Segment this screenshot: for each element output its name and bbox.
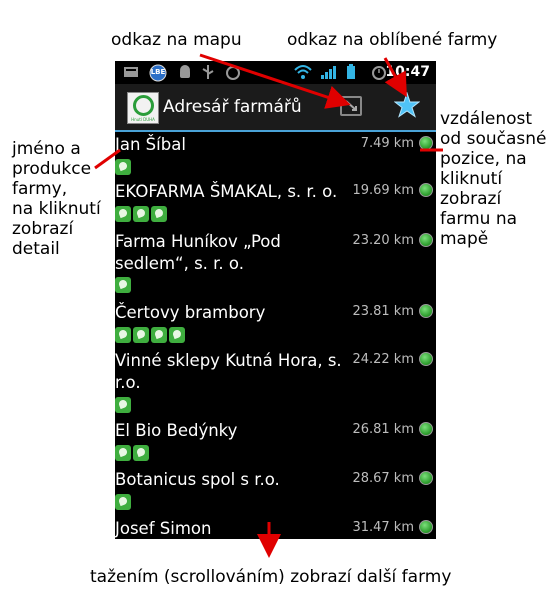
signal-icon <box>320 64 338 80</box>
annotation-line: farmy, <box>12 179 68 199</box>
product-badge-icon <box>115 159 131 175</box>
product-badges <box>115 206 169 222</box>
annotation-line: na kliknutí <box>12 199 101 219</box>
logo-ring <box>133 95 154 116</box>
list-item[interactable]: Farma Huníkov „Pod sedlem“, s. r. o. 23.… <box>115 231 436 297</box>
product-badge-icon <box>151 327 167 343</box>
annotation-line: vzdálenost <box>440 109 533 129</box>
list-item[interactable]: Vinné sklepy Kutná Hora, s. r.o. 24.22 k… <box>115 350 436 416</box>
message-icon <box>123 64 139 80</box>
list-item[interactable]: Jan Šíbal 7.49 km <box>115 134 436 178</box>
farm-name[interactable]: Jan Šíbal <box>115 134 351 156</box>
annotation-line: od současné <box>440 129 547 149</box>
lbe-shield-icon: LBE <box>147 64 169 82</box>
annotation-line: pozice, na <box>440 149 527 169</box>
farm-distance[interactable]: 26.81 km <box>352 422 414 438</box>
phone-screen: LBE 10:47 Hnutí DUHA Adresář farmářů Jan… <box>115 61 436 539</box>
list-item[interactable]: El Bio Bedýnky 26.81 km <box>115 420 436 464</box>
farm-distance[interactable]: 28.67 km <box>352 471 414 487</box>
product-badge-icon <box>115 494 131 510</box>
farm-distance[interactable]: 19.69 km <box>352 183 414 199</box>
map-icon[interactable] <box>340 96 362 116</box>
farm-name[interactable]: Farma Huníkov „Pod sedlem“, s. r. o. <box>115 231 325 275</box>
farm-distance[interactable]: 23.81 km <box>352 304 414 320</box>
product-badges <box>115 159 133 175</box>
farm-name[interactable]: Čertovy brambory <box>115 302 351 324</box>
logo-text: Hnutí DUHA <box>131 117 155 122</box>
product-badges <box>115 277 133 293</box>
product-badge-icon <box>133 445 149 461</box>
farm-distance[interactable]: 7.49 km <box>361 136 414 152</box>
product-badges <box>115 445 151 461</box>
status-time: 10:47 <box>385 64 430 80</box>
farm-distance[interactable]: 31.47 km <box>352 520 414 536</box>
annotation-name-info: jméno a produkce farmy, na kliknutí zobr… <box>12 139 101 259</box>
list-item[interactable]: Josef Simon 31.47 km <box>115 518 436 539</box>
list-item[interactable]: Botanicus spol s r.o. 28.67 km <box>115 469 436 513</box>
farm-name[interactable]: Vinné sklepy Kutná Hora, s. r.o. <box>115 350 355 394</box>
product-badge-icon <box>133 206 149 222</box>
green-dot-icon[interactable] <box>419 233 433 247</box>
annotation-line: zobrazí <box>12 219 74 239</box>
usb-icon <box>201 64 215 80</box>
product-badge-icon <box>133 327 149 343</box>
product-badge-icon <box>151 206 167 222</box>
green-dot-icon[interactable] <box>419 304 433 318</box>
product-badge-icon <box>115 277 131 293</box>
farm-distance[interactable]: 23.20 km <box>352 233 414 249</box>
farm-name[interactable]: El Bio Bedýnky <box>115 420 351 442</box>
star-icon[interactable] <box>393 91 421 118</box>
farm-name[interactable]: Botanicus spol s r.o. <box>115 469 351 491</box>
green-dot-icon[interactable] <box>419 471 433 485</box>
annotation-line: zobrazí <box>440 189 502 209</box>
product-badge-icon <box>115 445 131 461</box>
annotation-distance-info: vzdálenost od současné pozice, na kliknu… <box>440 109 546 249</box>
app-title: Adresář farmářů <box>163 97 302 117</box>
farm-distance[interactable]: 24.22 km <box>352 352 414 368</box>
green-dot-icon[interactable] <box>419 183 433 197</box>
green-dot-icon[interactable] <box>419 136 433 150</box>
product-badge-icon <box>115 327 131 343</box>
wifi-icon <box>293 64 313 80</box>
farm-name[interactable]: EKOFARMA ŠMAKAL, s. r. o. <box>115 181 365 203</box>
android-icon <box>177 64 193 80</box>
list-item[interactable]: Čertovy brambory 23.81 km <box>115 302 436 346</box>
action-bar-divider <box>115 130 436 132</box>
product-badge-icon <box>169 327 185 343</box>
app-logo-icon[interactable]: Hnutí DUHA <box>127 92 159 124</box>
annotation-map-link: odkaz na mapu <box>111 30 242 50</box>
annotation-line: kliknutí <box>440 169 503 189</box>
product-badge-icon <box>115 397 131 413</box>
annotation-line: detail <box>12 239 60 259</box>
alarm-app-icon <box>225 64 241 80</box>
green-dot-icon[interactable] <box>419 422 433 436</box>
annotation-line: produkce <box>12 159 92 179</box>
product-badge-icon <box>115 206 131 222</box>
battery-icon <box>345 64 357 80</box>
farm-name[interactable]: Josef Simon <box>115 518 351 539</box>
annotation-scroll-info: tažením (scrollováním) zobrazí další far… <box>90 567 452 587</box>
status-bar: LBE 10:47 <box>115 61 436 84</box>
green-dot-icon[interactable] <box>419 520 433 534</box>
app-action-bar: Hnutí DUHA Adresář farmářů <box>115 84 436 130</box>
annotation-favorites-link: odkaz na oblíbené farmy <box>287 30 498 50</box>
product-badges <box>115 397 133 413</box>
list-item[interactable]: EKOFARMA ŠMAKAL, s. r. o. 19.69 km <box>115 181 436 225</box>
product-badges <box>115 327 187 343</box>
annotation-line: mapě <box>440 229 489 249</box>
green-dot-icon[interactable] <box>419 352 433 366</box>
annotation-line: jméno a <box>12 139 81 159</box>
product-badges <box>115 494 133 510</box>
annotation-line: farmu na <box>440 209 518 229</box>
lbe-badge-label: LBE <box>150 68 166 76</box>
